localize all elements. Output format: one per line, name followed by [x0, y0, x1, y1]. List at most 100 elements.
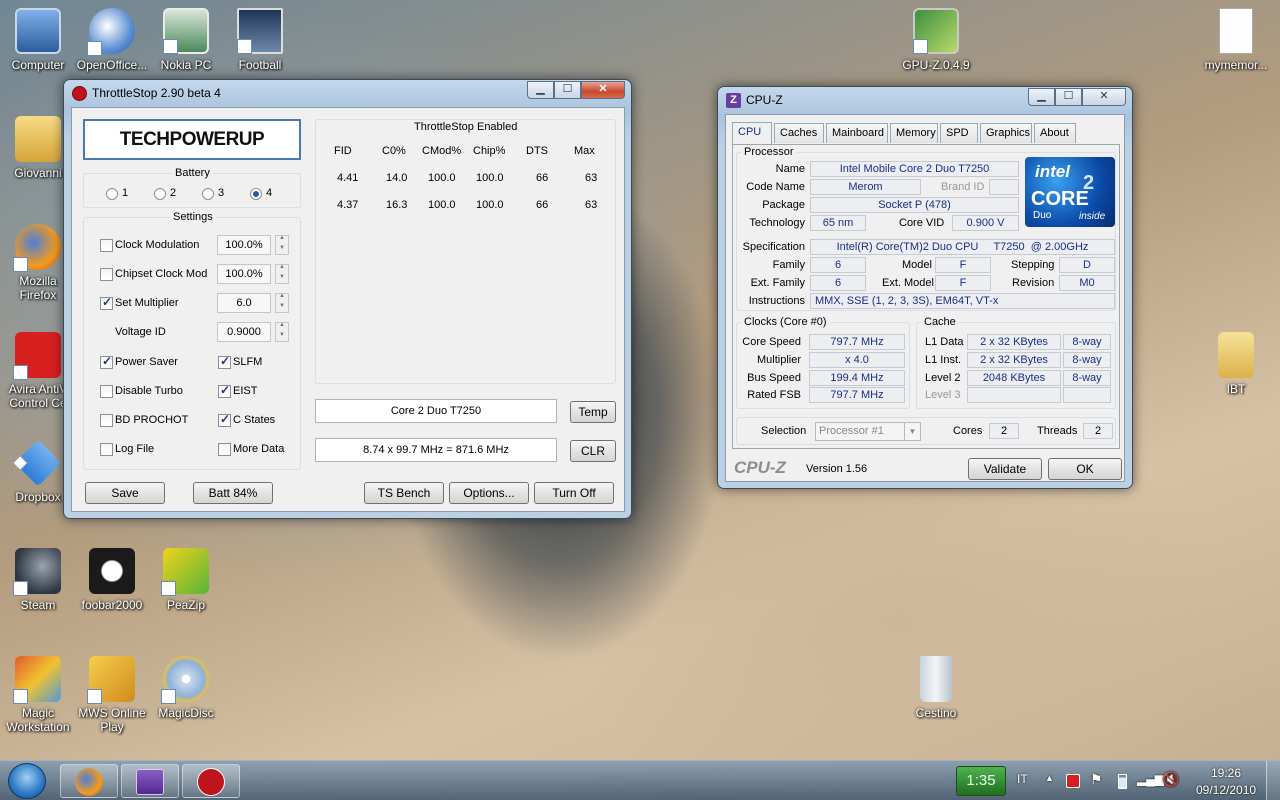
desktop-icon-nokia-pc[interactable]: Nokia PC	[148, 8, 224, 72]
battery-radio-2[interactable]	[154, 188, 166, 200]
magicdisc-icon	[161, 656, 209, 704]
desktop-icon-mymemory[interactable]: mymemor...	[1198, 8, 1274, 72]
voltage-id-spinner[interactable]	[275, 322, 289, 342]
clock-modulation-spinner[interactable]	[275, 235, 289, 255]
cpu-name-display: Core 2 Duo T7250	[315, 399, 557, 423]
taskbar-throttlestop[interactable]	[182, 764, 240, 798]
show-hidden-icons[interactable]: ▲	[1045, 773, 1054, 783]
network-signal-icon[interactable]: ▂▄▆	[1137, 772, 1164, 786]
battery-radio-3[interactable]	[202, 188, 214, 200]
chipset-clock-mod-field[interactable]: 100.0%	[217, 264, 271, 284]
language-indicator[interactable]: IT	[1017, 772, 1028, 786]
power-saver-checkbox[interactable]	[100, 354, 113, 369]
settings-group-title: Settings	[170, 211, 216, 223]
c-states-checkbox[interactable]	[218, 412, 231, 427]
family-value: 6	[810, 257, 866, 273]
close-button[interactable]: ✕	[581, 81, 625, 99]
desktop-icon-openoffice[interactable]: OpenOffice...	[74, 8, 150, 72]
desktop-icon-foobar[interactable]: foobar2000	[74, 548, 150, 612]
tab-memory[interactable]: Memory	[890, 123, 938, 143]
desktop-icon-magic-workstation[interactable]: Magic Workstation	[0, 656, 76, 734]
desktop-icon-gpuz[interactable]: GPU-Z.0.4.9	[898, 8, 974, 72]
cpuz-titlebar[interactable]: Z CPU-Z ▁ ☐ ✕	[718, 87, 1132, 115]
set-multiplier-spinner[interactable]	[275, 293, 289, 313]
set-multiplier-field[interactable]: 6.0	[217, 293, 271, 313]
taskbar-firefox[interactable]	[60, 764, 118, 798]
cpuz-maximize-button[interactable]: ☐	[1055, 88, 1082, 106]
minimize-button[interactable]: ▁	[527, 81, 554, 99]
battery-tray-icon[interactable]	[1118, 774, 1127, 789]
selection-dropdown[interactable]: Processor #1 ▼	[815, 422, 921, 441]
throttlestop-title: ThrottleStop 2.90 beta 4	[92, 86, 221, 100]
clock-modulation-checkbox[interactable]	[100, 239, 113, 252]
ok-button[interactable]: OK	[1048, 458, 1122, 480]
taskbar-cpuz[interactable]	[121, 764, 179, 798]
batt-button[interactable]: Batt 84%	[193, 482, 273, 504]
battery-radio-1[interactable]	[106, 188, 118, 200]
clock-modulation-field[interactable]: 100.0%	[217, 235, 271, 255]
chipset-clock-mod-spinner[interactable]	[275, 264, 289, 284]
cpuz-window: Z CPU-Z ▁ ☐ ✕ CPU Caches Mainboard Memor…	[717, 86, 1133, 489]
bus-speed-label: Bus Speed	[747, 372, 801, 384]
instructions-value: MMX, SSE (1, 2, 3, 3S), EM64T, VT-x	[810, 293, 1115, 309]
clock-gadget[interactable]: 1:35	[956, 766, 1006, 796]
bd-prochot-checkbox[interactable]	[100, 414, 113, 427]
avira-tray-icon[interactable]	[1066, 774, 1080, 788]
desktop-icon-peazip[interactable]: PeaZip	[148, 548, 224, 612]
desktop-icon-magicdisc[interactable]: MagicDisc	[148, 656, 224, 720]
clr-button[interactable]: CLR	[570, 440, 616, 462]
name-label: Name	[775, 163, 805, 175]
intel-core2-duo-logo: intel 2 CORE Duo inside	[1025, 157, 1115, 227]
tab-spd[interactable]: SPD	[940, 123, 978, 143]
log-file-checkbox[interactable]	[100, 443, 113, 456]
voltage-id-label: Voltage ID	[115, 326, 166, 338]
foobar-icon	[89, 548, 135, 594]
header-chip: Chip%	[473, 145, 506, 157]
more-data-checkbox[interactable]	[218, 443, 231, 456]
package-label: Package	[762, 199, 805, 211]
cpuz-close-button[interactable]: ✕	[1082, 88, 1126, 106]
chipset-clock-mod-label: Chipset Clock Mod	[115, 268, 208, 280]
save-button[interactable]: Save	[85, 482, 165, 504]
show-desktop-button[interactable]	[1266, 761, 1280, 800]
action-center-icon[interactable]: ⚑	[1090, 771, 1103, 788]
desktop-icon-steam[interactable]: Steam	[0, 548, 76, 612]
ts-bench-button[interactable]: TS Bench	[364, 482, 444, 504]
validate-button[interactable]: Validate	[968, 458, 1042, 480]
voltage-id-field[interactable]: 0.9000	[217, 322, 271, 342]
tab-mainboard[interactable]: Mainboard	[826, 123, 888, 143]
tab-about[interactable]: About	[1034, 123, 1076, 143]
temp-button[interactable]: Temp	[570, 401, 616, 423]
clock-time[interactable]: 19:26	[1211, 766, 1241, 780]
eist-checkbox[interactable]	[218, 383, 231, 398]
cell: 16.3	[386, 199, 408, 211]
ext-family-label: Ext. Family	[750, 277, 805, 289]
desktop-icon-recycle-bin[interactable]: Cestino	[898, 656, 974, 720]
start-button[interactable]	[8, 763, 46, 799]
tab-caches[interactable]: Caches	[774, 123, 824, 143]
clock-date[interactable]: 09/12/2010	[1196, 783, 1256, 797]
volume-muted-icon[interactable]: 🔇	[1162, 771, 1179, 788]
turn-off-button[interactable]: Turn Off	[534, 482, 614, 504]
chipset-clock-mod-checkbox[interactable]	[100, 268, 113, 281]
options-button[interactable]: Options...	[449, 482, 529, 504]
status-header-row: FID C0% CMod% Chip% DTS Max	[316, 145, 616, 172]
techpowerup-logo[interactable]: TECHPOWERUP	[83, 119, 301, 160]
computer-icon	[15, 8, 61, 54]
desktop-icon-football[interactable]: Football	[222, 8, 298, 72]
throttlestop-titlebar[interactable]: ThrottleStop 2.90 beta 4 ▁ ☐ ✕	[64, 80, 631, 108]
tab-graphics[interactable]: Graphics	[980, 123, 1032, 143]
desktop-icon-mws-online[interactable]: MWS Online Play	[74, 656, 150, 734]
selection-row: Selection Processor #1 ▼ Cores 2 Threads…	[736, 417, 1116, 445]
set-multiplier-checkbox[interactable]	[100, 295, 113, 310]
status-title: ThrottleStop Enabled	[414, 121, 518, 133]
disable-turbo-checkbox[interactable]	[100, 385, 113, 398]
desktop-icon-computer[interactable]: Computer	[0, 8, 76, 72]
battery-radio-4[interactable]	[250, 188, 262, 200]
maximize-button[interactable]: ☐	[554, 81, 581, 99]
tab-cpu[interactable]: CPU	[732, 122, 772, 144]
settings-group: Settings Clock Modulation 100.0% Chipset…	[83, 211, 301, 470]
desktop-icon-ibt[interactable]: IBT	[1198, 332, 1274, 396]
cpuz-minimize-button[interactable]: ▁	[1028, 88, 1055, 106]
slfm-checkbox[interactable]	[218, 354, 231, 369]
